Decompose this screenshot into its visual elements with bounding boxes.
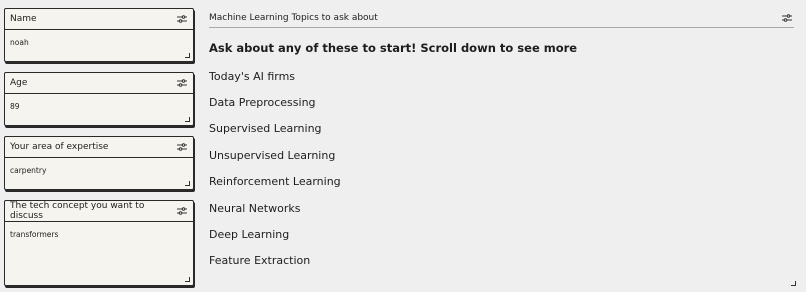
topic-item[interactable]: Neural Networks (209, 202, 300, 215)
topics-panel-header: Machine Learning Topics to ask about (209, 8, 794, 28)
sliders-icon[interactable] (177, 207, 187, 215)
topic-item[interactable]: Reinforcement Learning (209, 175, 341, 188)
expertise-field[interactable]: Your area of expertise carpentry (4, 136, 194, 190)
tech-concept-field-label: The tech concept you want to discuss (10, 201, 145, 221)
name-field-label: Name (10, 14, 37, 24)
resize-grip-icon[interactable] (185, 277, 190, 282)
tech-concept-field-value[interactable]: transformers (5, 222, 193, 239)
name-field-header: Name (5, 9, 193, 30)
sliders-icon[interactable] (177, 15, 187, 23)
topic-item[interactable]: Supervised Learning (209, 122, 322, 135)
sliders-icon[interactable] (177, 79, 187, 87)
expertise-field-value[interactable]: carpentry (5, 158, 193, 175)
name-field[interactable]: Name noah (4, 8, 194, 62)
age-field-label: Age (10, 78, 28, 88)
resize-grip-icon[interactable] (185, 53, 190, 58)
name-field-value[interactable]: noah (5, 30, 193, 47)
topic-item[interactable]: Deep Learning (209, 228, 289, 241)
age-field-value[interactable]: 89 (5, 94, 193, 111)
age-field[interactable]: Age 89 (4, 72, 194, 126)
topic-item[interactable]: Unsupervised Learning (209, 149, 335, 162)
topic-item[interactable]: Data Preprocessing (209, 96, 316, 109)
topic-item[interactable]: Today's AI firms (209, 70, 295, 83)
resize-grip-icon[interactable] (791, 281, 796, 286)
topics-panel: Machine Learning Topics to ask about Ask… (209, 8, 796, 286)
resize-grip-icon[interactable] (185, 181, 190, 186)
age-field-header: Age (5, 73, 193, 94)
tech-concept-field-header: The tech concept you want to discuss (5, 201, 193, 222)
topics-intro: Ask about any of these to start! Scroll … (209, 41, 578, 55)
sliders-icon[interactable] (782, 13, 792, 22)
resize-grip-icon[interactable] (185, 117, 190, 122)
expertise-field-label: Your area of expertise (10, 142, 109, 152)
tech-concept-field[interactable]: The tech concept you want to discuss tra… (4, 200, 194, 286)
topics-panel-title: Machine Learning Topics to ask about (209, 12, 378, 23)
topic-item[interactable]: Feature Extraction (209, 254, 310, 267)
expertise-field-header: Your area of expertise (5, 137, 193, 158)
sliders-icon[interactable] (177, 143, 187, 151)
